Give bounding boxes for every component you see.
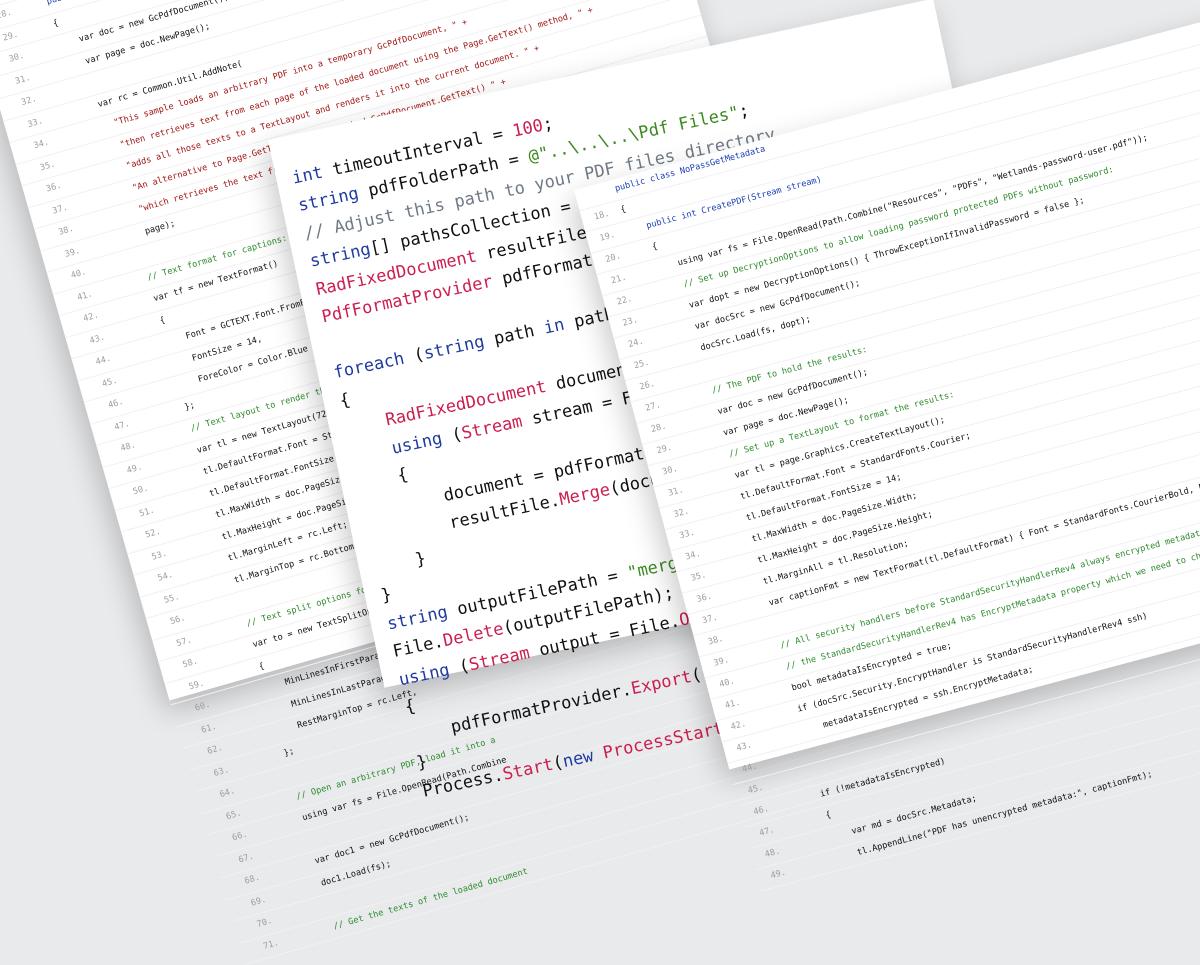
line-number: 49. [769,867,788,882]
code-text: { [31,17,60,35]
line-number [587,194,604,199]
code-token: ; [736,100,752,123]
code-token: Start [500,754,556,785]
code-text: { [619,204,628,216]
code-token: { [402,695,418,718]
code-token: int [290,162,325,189]
line-number: 71. [262,937,280,952]
code-token: new [560,745,596,772]
code-token: } [379,584,394,607]
code-token: 100 [510,115,545,142]
code-token: } [414,751,430,774]
code-token: { [337,389,352,412]
code-text: { [631,241,659,258]
